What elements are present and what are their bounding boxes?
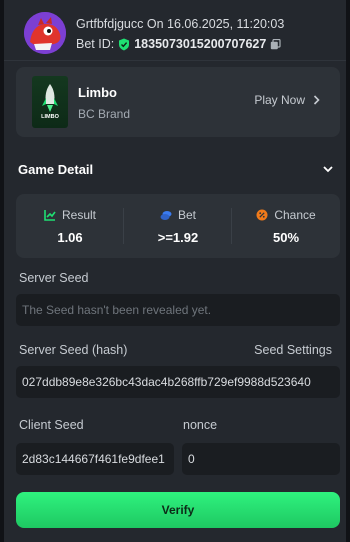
header-divider — [4, 60, 346, 61]
chevron-down-icon[interactable] — [322, 164, 334, 174]
bet-id-line: Bet ID: 1835073015200707627 — [76, 37, 281, 51]
username: Grtfbfdjgucc — [76, 17, 144, 31]
dragon-avatar-icon — [24, 12, 66, 54]
client-seed-label: Client Seed — [19, 418, 84, 432]
limbo-thumb-text: LIMBO — [41, 114, 59, 120]
stat-bet-label: Bet — [177, 208, 196, 222]
server-seed-field[interactable]: The Seed hasn't been revealed yet. — [16, 294, 340, 326]
nonce-field[interactable]: 0 — [182, 443, 340, 475]
play-now-button[interactable]: Play Now — [254, 93, 320, 107]
stat-chance-label: Chance — [274, 208, 316, 222]
server-seed-hash-label: Server Seed (hash) — [19, 343, 128, 357]
shield-check-icon — [119, 38, 130, 50]
bet-header: Grtfbfdjgucc On 16.06.2025, 11:20:03 Bet… — [24, 12, 334, 56]
stat-chance-value: 50% — [272, 230, 300, 245]
on-label: On — [146, 17, 164, 31]
game-brand: BC Brand — [78, 107, 131, 121]
verify-button[interactable]: Verify — [16, 492, 340, 528]
seed-settings-link[interactable]: Seed Settings — [254, 343, 332, 357]
stat-result-value: 1.06 — [57, 230, 83, 245]
game-card[interactable]: LIMBO Limbo BC Brand Play Now — [16, 67, 340, 137]
game-stats: Result 1.06 Bet >=1.92 Chance 50% — [16, 194, 340, 258]
server-seed-label: Server Seed — [19, 271, 89, 285]
stat-result-label: Result — [61, 208, 96, 222]
chart-up-icon — [44, 210, 56, 221]
stat-result: Result 1.06 — [16, 194, 124, 258]
game-name: Limbo — [78, 85, 117, 100]
coins-icon — [160, 210, 172, 220]
percent-icon — [256, 209, 268, 221]
stat-bet-value: >=1.92 — [157, 230, 199, 245]
bet-datetime: 16.06.2025, 11:20:03 — [167, 17, 285, 31]
stat-bet: Bet >=1.92 — [124, 194, 232, 258]
limbo-thumbnail: LIMBO — [32, 76, 68, 128]
nonce-label: nonce — [183, 418, 218, 432]
stat-chance: Chance 50% — [232, 194, 340, 258]
client-seed-field[interactable]: 2d83c144667f461fe9dfee1 — [16, 443, 174, 475]
avatar[interactable] — [24, 12, 66, 54]
bet-details-panel: Grtfbfdjgucc On 16.06.2025, 11:20:03 Bet… — [4, 0, 346, 542]
user-line: Grtfbfdjgucc On 16.06.2025, 11:20:03 — [76, 17, 284, 31]
chevron-right-icon — [313, 95, 320, 105]
play-now-label: Play Now — [254, 93, 305, 107]
server-seed-hash-field[interactable]: 027ddb89e8e326bc43dac4b268ffb729ef9988d5… — [16, 366, 340, 398]
bet-id: 1835073015200707627 — [134, 37, 267, 51]
copy-icon[interactable] — [270, 38, 281, 50]
rocket-icon — [42, 84, 58, 112]
game-detail-title[interactable]: Game Detail — [18, 162, 93, 177]
bet-id-label: Bet ID: — [76, 37, 115, 51]
